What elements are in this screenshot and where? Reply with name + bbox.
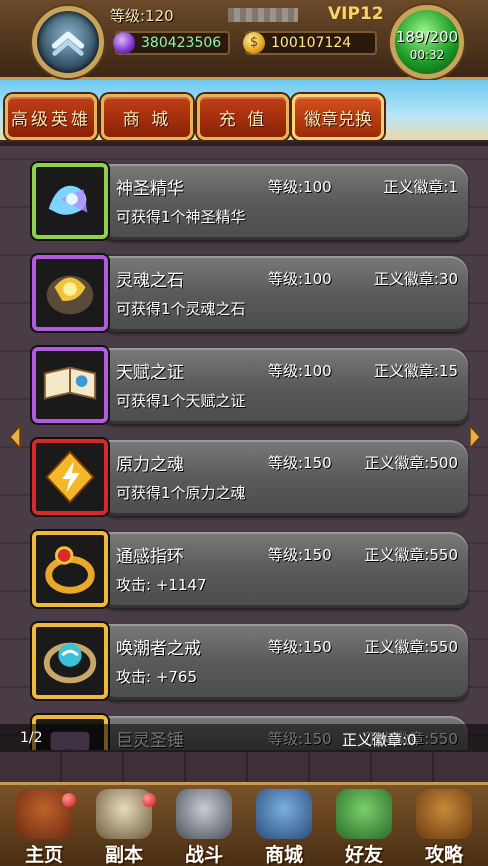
item-level-requirement: 等级:150: [268, 454, 332, 472]
item-level-requirement: 等级:100: [268, 178, 332, 196]
nav-guide-label: 攻略: [424, 844, 463, 866]
player-name-redacted: [228, 8, 298, 22]
essence-icon: [48, 185, 88, 215]
book-icon: [416, 789, 472, 839]
player-level: 等级:120: [110, 7, 174, 25]
exchange-item-row[interactable]: 灵魂之石 等级:100 正义徽章:30 可获得1个灵魂之石: [28, 252, 470, 338]
notification-dot: [142, 793, 156, 807]
gem-amount: 380423506: [141, 35, 222, 51]
stamina-orb[interactable]: 189/200 00:32: [390, 5, 464, 79]
item-badge-cost: 正义徽章:550: [364, 546, 458, 564]
item-level-requirement: 等级:100: [268, 362, 332, 380]
item-level-requirement: 等级:150: [268, 638, 332, 656]
nav-dungeon[interactable]: 副本: [84, 785, 164, 866]
item-name: 灵魂之石: [116, 271, 184, 291]
prev-page-arrow-icon[interactable]: [8, 424, 22, 450]
item-description: 可获得1个灵魂之石: [116, 300, 246, 318]
item-name: 原力之魂: [116, 455, 184, 475]
notification-dot: [62, 793, 76, 807]
nav-friends-label: 好友: [344, 844, 383, 866]
gold-counter[interactable]: 100107124: [243, 31, 377, 55]
gold-amount: 100107124: [271, 35, 352, 51]
tide-ring-icon: [43, 642, 97, 684]
item-description: 可获得1个神圣精华: [116, 208, 246, 226]
item-level-requirement: 等级:150: [268, 546, 332, 564]
nav-battle[interactable]: 战斗: [164, 785, 244, 866]
bottom-nav: 主页 副本 战斗 商城 好友 攻略: [0, 782, 488, 866]
item-badge-cost: 正义徽章:500: [364, 454, 458, 472]
info-bar: 1/2 正义徽章:0: [0, 724, 488, 752]
soulstone-icon: [46, 275, 94, 315]
nav-guide[interactable]: 攻略: [404, 785, 484, 866]
item-list[interactable]: 神圣精华 等级:100 正义徽章:1 可获得1个神圣精华 灵魂之石 等级:100…: [28, 160, 470, 750]
item-name: 天赋之证: [116, 363, 184, 383]
item-badge-cost: 正义徽章:30: [373, 270, 458, 288]
item-description: 可获得1个原力之魂: [116, 484, 246, 502]
gem-icon: [113, 32, 135, 54]
item-icon-frame[interactable]: [32, 439, 108, 515]
owl-merchant-icon: [256, 789, 312, 839]
nav-home[interactable]: 主页: [4, 785, 84, 866]
stone-floor: [0, 752, 488, 782]
tab-shop[interactable]: 商 城: [101, 94, 193, 140]
item-icon-frame[interactable]: [32, 531, 108, 607]
collapse-button[interactable]: [32, 6, 104, 78]
exchange-item-row[interactable]: 神圣精华 等级:100 正义徽章:1 可获得1个神圣精华: [28, 160, 470, 246]
stamina-value: 189/200: [395, 28, 459, 46]
vip-level: VIP12: [328, 4, 384, 24]
nav-dungeon-label: 副本: [104, 844, 143, 866]
exchange-item-row[interactable]: 原力之魂 等级:150 正义徽章:500 可获得1个原力之魂: [28, 436, 470, 522]
item-badge-cost: 正义徽章:15: [373, 362, 458, 380]
top-hud: 等级:120 VIP12 380423506 100107124 189/200…: [0, 0, 488, 80]
ring-icon: [45, 546, 95, 594]
nav-battle-label: 战斗: [184, 844, 223, 866]
exchange-item-row[interactable]: 天赋之证 等级:100 正义徽章:15 可获得1个天赋之证: [28, 344, 470, 430]
chevron-up-icon: [51, 31, 85, 56]
nav-home-label: 主页: [24, 844, 63, 866]
nav-shop-label: 商城: [264, 844, 303, 866]
item-icon-frame[interactable]: [32, 163, 108, 239]
talent-book-icon: [43, 366, 97, 400]
gem-counter[interactable]: 380423506: [113, 31, 230, 55]
force-soul-icon: [45, 450, 95, 504]
item-icon-frame[interactable]: [32, 347, 108, 423]
friends-icon: [336, 789, 392, 839]
gold-coin-icon: [243, 32, 265, 54]
item-description: 攻击: +1147: [116, 576, 207, 594]
item-description: 可获得1个天赋之证: [116, 392, 246, 410]
exchange-panel: 神圣精华 等级:100 正义徽章:1 可获得1个神圣精华 灵魂之石 等级:100…: [0, 142, 488, 782]
page-indicator: 1/2: [20, 730, 43, 746]
item-icon-frame[interactable]: [32, 623, 108, 699]
item-badge-cost: 正义徽章:1: [383, 178, 458, 196]
crossed-swords-icon: [176, 789, 232, 839]
exchange-item-row[interactable]: 唤潮者之戒 等级:150 正义徽章:550 攻击: +765: [28, 620, 470, 706]
item-description: 攻击: +765: [116, 668, 198, 686]
tab-badge-exchange[interactable]: 徽章兑换: [292, 94, 384, 140]
tab-advanced-heroes[interactable]: 高级英雄: [5, 94, 97, 140]
next-page-arrow-icon[interactable]: [468, 424, 482, 450]
item-name: 唤潮者之戒: [116, 639, 201, 659]
item-badge-cost: 正义徽章:550: [364, 638, 458, 656]
stamina-timer: 00:32: [409, 48, 445, 62]
tab-recharge[interactable]: 充 值: [197, 94, 289, 140]
item-icon-frame[interactable]: [32, 255, 108, 331]
item-name: 通感指环: [116, 547, 184, 567]
exchange-item-row[interactable]: 通感指环 等级:150 正义徽章:550 攻击: +1147: [28, 528, 470, 614]
my-badge-count: 正义徽章:0: [342, 731, 417, 749]
nav-friends[interactable]: 好友: [324, 785, 404, 866]
nav-shop[interactable]: 商城: [244, 785, 324, 866]
shop-tabs: 高级英雄 商 城 充 值 徽章兑换: [0, 94, 488, 142]
item-level-requirement: 等级:100: [268, 270, 332, 288]
item-name: 神圣精华: [116, 179, 184, 199]
